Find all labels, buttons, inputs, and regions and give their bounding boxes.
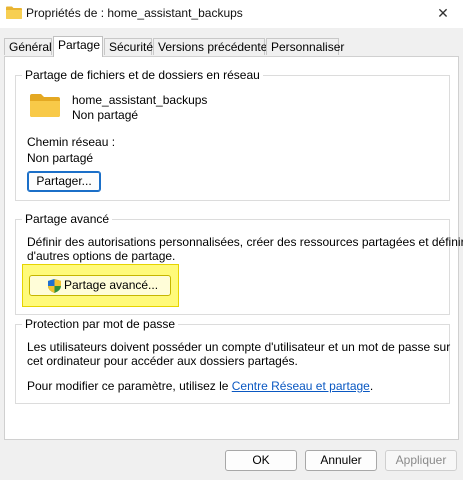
advanced-sharing-description: d'autres options de partage.	[27, 249, 176, 263]
tab-panel-sharing: Partage de fichiers et de dossiers en ré…	[4, 56, 463, 440]
network-sharing-group: Partage de fichiers et de dossiers en ré…	[15, 68, 450, 201]
advanced-sharing-button-label: Partage avancé...	[64, 278, 159, 292]
modify-setting-suffix: .	[369, 379, 374, 393]
group-title: Partage de fichiers et de dossiers en ré…	[22, 68, 263, 82]
modify-setting-text: Pour modifier ce paramètre, utilisez le …	[27, 379, 373, 393]
network-sharing-center-link[interactable]: Centre Réseau et partage	[232, 379, 370, 393]
group-title: Protection par mot de passe	[22, 317, 179, 331]
tab-general[interactable]: Général	[4, 38, 52, 55]
folder-icon	[30, 94, 60, 117]
tab-customize[interactable]: Personnaliser	[266, 38, 344, 55]
folder-name: home_assistant_backups	[72, 93, 208, 107]
tab-strip: Général Partage Sécurité Versions précéd…	[0, 36, 463, 57]
network-path-label: Chemin réseau :	[27, 135, 116, 149]
uac-shield-icon	[48, 279, 61, 293]
tab-security[interactable]: Sécurité	[104, 38, 153, 55]
modify-setting-prefix: Pour modifier ce paramètre, utilisez le	[27, 379, 232, 393]
title-bar: Propriétés de : home_assistant_backups ✕	[0, 0, 463, 28]
group-title: Partage avancé	[22, 212, 113, 226]
tab-previous-versions[interactable]: Versions précédentes	[153, 38, 273, 55]
ok-button[interactable]: OK	[225, 450, 297, 471]
share-button[interactable]: Partager...	[27, 171, 101, 192]
network-path-value: Non partagé	[27, 151, 94, 165]
apply-button[interactable]: Appliquer	[385, 450, 457, 471]
window-title: Propriétés de : home_assistant_backups	[26, 6, 243, 20]
tab-sharing[interactable]: Partage	[53, 36, 103, 57]
dialog-footer: OK Annuler Appliquer	[0, 446, 463, 480]
folder-icon	[6, 6, 22, 19]
cancel-button[interactable]: Annuler	[305, 450, 377, 471]
password-protection-text: Les utilisateurs doivent posséder un com…	[27, 340, 451, 354]
password-protection-text: cet ordinateur pour accéder aux dossiers…	[27, 354, 298, 368]
folder-share-status: Non partagé	[72, 108, 139, 122]
advanced-sharing-description: Définir des autorisations personnalisées…	[27, 235, 463, 249]
advanced-sharing-button[interactable]: Partage avancé...	[29, 275, 171, 296]
close-icon[interactable]: ✕	[431, 3, 455, 23]
password-protection-group: Protection par mot de passe Les utilisat…	[15, 317, 451, 404]
